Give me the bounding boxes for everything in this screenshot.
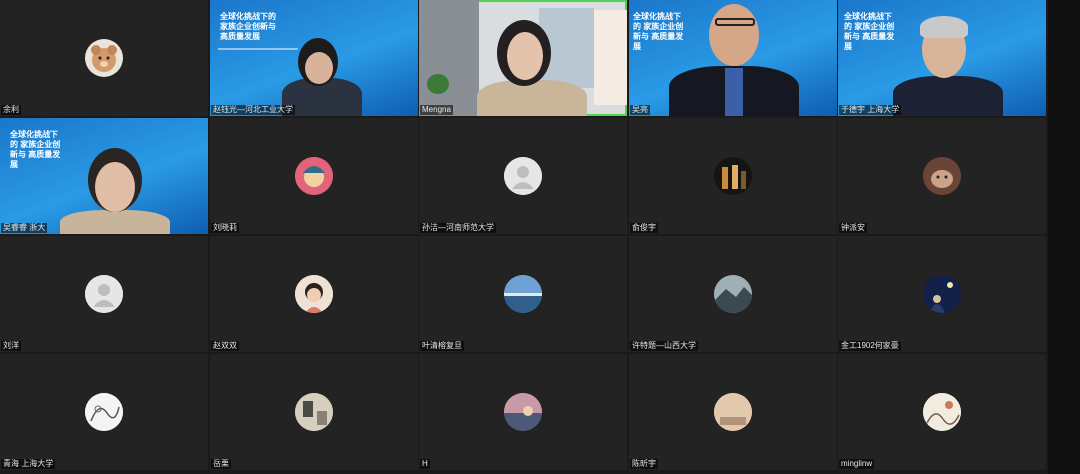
slide-title: 全球化挑战下的 家族企业创新与 高质量发展	[220, 12, 276, 41]
person-face	[709, 4, 759, 66]
participant-name: 赵钰光—河北工业大学	[211, 105, 295, 115]
participant-tile[interactable]: 俞俊宇	[629, 118, 837, 234]
participant-name: 赵双双	[211, 341, 239, 351]
participant-name: 孙洁—河南师范大学	[420, 223, 496, 233]
slide-decoration	[218, 48, 298, 50]
sketch-icon	[85, 393, 123, 431]
participant-name: 青海 上海大学	[1, 459, 56, 469]
participant-tile[interactable]: 叶清榕复旦	[419, 236, 627, 352]
participant-name: 吴亮	[630, 105, 650, 115]
participant-name: minglinw	[839, 459, 875, 469]
participant-name: Mengna	[420, 105, 453, 115]
person-body	[60, 210, 170, 234]
person-face	[305, 52, 333, 84]
girl-photo-icon	[295, 275, 333, 313]
participant-tile[interactable]: 陈昕宇	[629, 354, 837, 470]
plant	[427, 74, 449, 94]
cat-photo-icon	[923, 157, 961, 195]
participant-tile[interactable]: minglinw	[838, 354, 1046, 470]
person-hair	[920, 16, 968, 38]
participant-tile[interactable]: 许特题—山西大学	[629, 236, 837, 352]
landscape-icon	[714, 275, 752, 313]
participant-tile[interactable]: H	[419, 354, 627, 470]
shelf	[594, 10, 627, 105]
default-person-icon	[504, 157, 542, 195]
participant-name: 吴睿睿 浙大	[1, 223, 48, 233]
participant-name: 陈昕宇	[630, 459, 658, 469]
participant-name: 许特题—山西大学	[630, 341, 698, 351]
participant-tile[interactable]: 刘洋	[0, 236, 208, 352]
participant-name: 刘晓莉	[211, 223, 239, 233]
participant-tile[interactable]: 赵双双	[210, 236, 418, 352]
participant-tile[interactable]: 孙洁—河南师范大学	[419, 118, 627, 234]
beige-photo-icon	[714, 393, 752, 431]
gallery-grid: 余利 全球化挑战下的 家族企业创新与 高质量发展 赵钰光—河北工业大学 Meng…	[0, 0, 1048, 474]
participant-name: 叶清榕复旦	[420, 341, 464, 351]
illustration-icon	[923, 393, 961, 431]
shirt	[725, 68, 743, 116]
concert-photo-icon	[714, 157, 752, 195]
person-body	[893, 76, 1003, 116]
slide-title: 全球化挑战下的 家族企业创新与 高质量发展	[10, 130, 61, 169]
slide-title: 全球化挑战下的 家族企业创新与 高质量发展	[844, 12, 895, 51]
participant-tile[interactable]: 岳栗	[210, 354, 418, 470]
participant-name: 俞俊宇	[630, 223, 658, 233]
participant-video-active[interactable]: Mengna	[419, 0, 627, 116]
participant-name: 于德宇 上海大学	[839, 105, 902, 115]
side-panel-edge	[1048, 0, 1080, 474]
slide-title: 全球化挑战下的 家族企业创新与 高质量发展	[633, 12, 684, 51]
bear-plush-icon	[85, 39, 123, 77]
participant-tile[interactable]: 钟派安	[838, 118, 1046, 234]
participant-video[interactable]: 全球化挑战下的 家族企业创新与 高质量发展 赵钰光—河北工业大学	[210, 0, 418, 116]
seascape-icon	[504, 275, 542, 313]
person-body	[477, 80, 587, 116]
cartoon-avatar-icon	[295, 157, 333, 195]
night-sky-icon	[923, 275, 961, 313]
participant-name: 金工1902何家豪	[839, 341, 901, 351]
glasses	[715, 18, 755, 26]
participant-tile[interactable]: 金工1902何家豪	[838, 236, 1046, 352]
participant-video[interactable]: 全球化挑战下的 家族企业创新与 高质量发展 吴亮	[629, 0, 837, 116]
participant-name: H	[420, 459, 430, 469]
participant-tile[interactable]: 青海 上海大学	[0, 354, 208, 470]
person-face	[95, 162, 135, 212]
participant-video[interactable]: 全球化挑战下的 家族企业创新与 高质量发展 于德宇 上海大学	[838, 0, 1046, 116]
person-face	[507, 32, 543, 80]
participant-video[interactable]: 全球化挑战下的 家族企业创新与 高质量发展 吴睿睿 浙大	[0, 118, 208, 234]
default-person-icon	[85, 275, 123, 313]
participant-tile[interactable]: 刘晓莉	[210, 118, 418, 234]
participant-name: 钟派安	[839, 223, 867, 233]
participant-name: 岳栗	[211, 459, 231, 469]
participant-name: 刘洋	[1, 341, 21, 351]
participant-name: 余利	[1, 105, 21, 115]
sunset-icon	[504, 393, 542, 431]
room-photo-icon	[295, 393, 333, 431]
curtain	[419, 0, 479, 116]
participant-tile[interactable]: 余利	[0, 0, 208, 116]
